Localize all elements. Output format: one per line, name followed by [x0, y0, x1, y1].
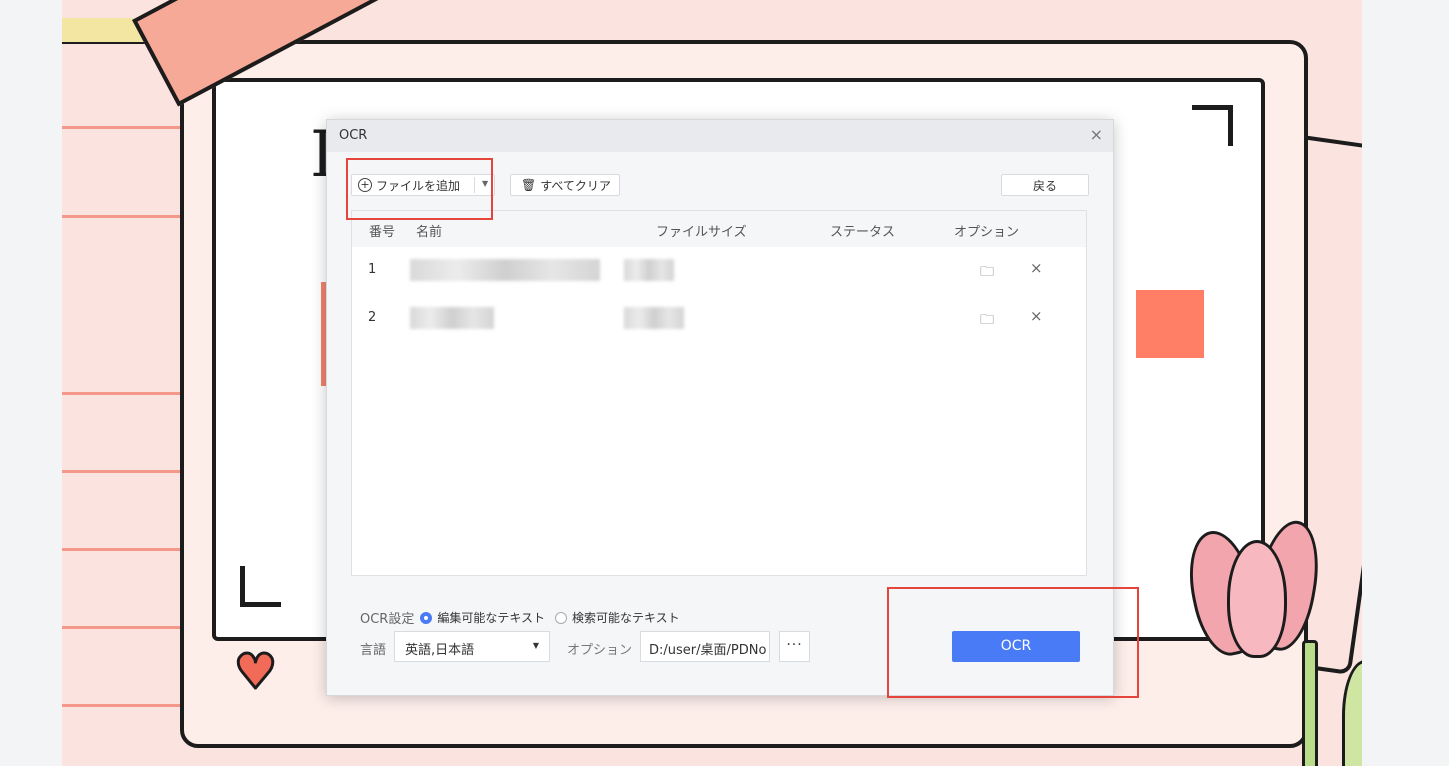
- options-label: オプション: [567, 643, 633, 658]
- close-icon[interactable]: ×: [1030, 307, 1043, 325]
- header-number: 番号: [369, 225, 396, 240]
- header-name: 名前: [416, 225, 443, 240]
- decor-coral-square: [1136, 290, 1204, 358]
- searchable-text-label[interactable]: 検索可能なテキスト: [572, 609, 680, 626]
- row-number: 1: [368, 262, 377, 277]
- chevron-down-icon: ▼: [532, 641, 539, 650]
- close-icon[interactable]: ×: [1090, 125, 1103, 144]
- redacted-file-name: [410, 259, 600, 281]
- editable-text-label[interactable]: 編集可能なテキスト: [437, 609, 545, 626]
- ocr-settings-label: OCR設定: [360, 612, 415, 627]
- decor-stripe: [62, 215, 182, 218]
- radio-editable-text[interactable]: [420, 611, 433, 624]
- close-icon[interactable]: ×: [1030, 259, 1043, 277]
- header-status: ステータス: [830, 225, 896, 240]
- clear-all-button[interactable]: 🗑 すべてクリア: [510, 174, 620, 196]
- folder-icon[interactable]: 🗀: [980, 261, 994, 285]
- back-button[interactable]: 戻る: [1001, 174, 1089, 196]
- clear-all-label: すべてクリア: [540, 178, 611, 193]
- decor-stripe: [62, 704, 182, 707]
- decor-stripe: [62, 392, 182, 395]
- back-label: 戻る: [1032, 178, 1057, 193]
- redacted-file-size: [624, 307, 684, 329]
- tulip-icon: [1227, 540, 1287, 658]
- dialog-titlebar: OCR ×: [327, 120, 1113, 152]
- browse-more-button[interactable]: ···: [779, 631, 810, 662]
- decor-stripe: [62, 470, 182, 473]
- tulip-leaf: [1342, 660, 1362, 766]
- highlight-box: [887, 587, 1139, 698]
- table-row[interactable]: 1 🗀 ×: [352, 247, 1086, 295]
- tulip-stem: [1302, 640, 1318, 766]
- language-value: 英語,日本語: [405, 643, 475, 658]
- header-file-size: ファイルサイズ: [656, 225, 747, 240]
- radio-searchable-text[interactable]: [555, 611, 567, 624]
- trash-icon: 🗑: [521, 178, 537, 192]
- heart-icon: ♥: [233, 644, 279, 700]
- dialog-title: OCR: [339, 128, 368, 143]
- language-select[interactable]: 英語,日本語 ▼: [394, 631, 550, 662]
- redacted-file-name: [410, 307, 494, 329]
- decor-stripe: [62, 626, 182, 629]
- folder-icon[interactable]: 🗀: [980, 309, 994, 333]
- language-label: 言語: [360, 643, 387, 658]
- decor-stripe: [62, 126, 182, 129]
- decor-stripe: [62, 548, 182, 551]
- output-path-field[interactable]: D:/user/桌面/PDNo: [640, 631, 770, 662]
- decor-corner: [240, 566, 281, 607]
- table-row[interactable]: 2 🗀 ×: [352, 295, 1086, 343]
- header-options: オプション: [954, 225, 1020, 240]
- file-table: 番号 名前 ファイルサイズ ステータス オプション 1 🗀 × 2 🗀 ×: [351, 210, 1087, 576]
- ocr-settings: OCR設定 編集可能なテキスト 検索可能なテキスト: [360, 608, 690, 627]
- row-number: 2: [368, 310, 377, 325]
- highlight-box: [346, 158, 493, 220]
- redacted-file-size: [624, 259, 674, 281]
- decor-corner: [1192, 105, 1233, 146]
